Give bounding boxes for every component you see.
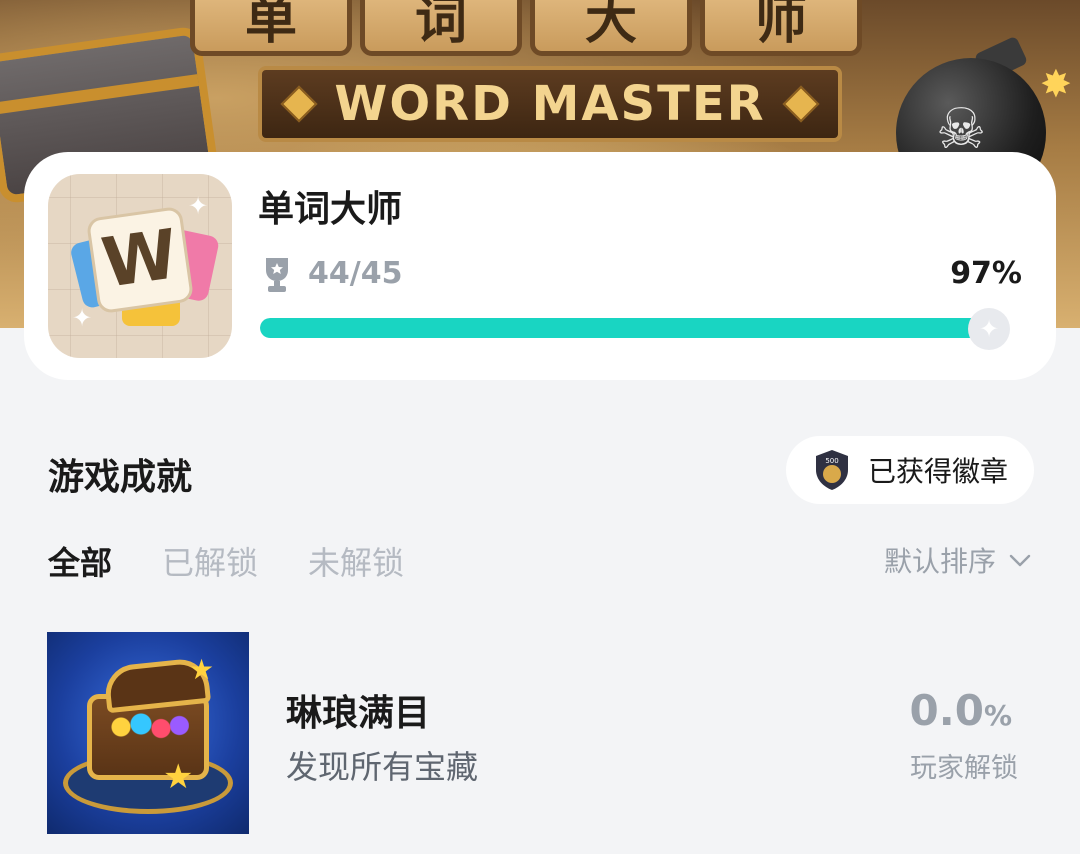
title-tile: 单: [190, 0, 352, 56]
achievement-row[interactable]: ★ ★ 琳琅满目 发现所有宝藏 0.0 % 玩家解锁: [0, 628, 1080, 838]
sort-label: 默认排序: [883, 545, 996, 578]
diamond-ornament-icon: [782, 85, 820, 123]
players-unlocked-label: 玩家解锁: [910, 753, 1018, 784]
badge-icon-text: 500: [825, 457, 838, 465]
earned-badges-button[interactable]: 500 已获得徽章: [786, 436, 1034, 504]
trophy-icon: [266, 258, 288, 292]
spark-icon: ✸: [1040, 62, 1072, 106]
title-tile: 词: [360, 0, 522, 56]
diamond-ornament-icon: [280, 85, 318, 123]
star-icon: ★: [163, 757, 194, 797]
star-icon: ★: [189, 653, 215, 686]
filter-tabs: 全部 已解锁 未解锁: [48, 538, 404, 584]
completion-percent: 97%: [950, 256, 1022, 291]
achievement-count: 44/45: [308, 256, 403, 291]
unlock-percent: 0.0 %: [910, 686, 1012, 735]
unlock-percent-value: 0.0: [909, 686, 984, 735]
sort-dropdown[interactable]: 默认排序: [884, 540, 1032, 580]
skull-icon: ☠: [936, 97, 987, 162]
achievement-name: 琳琅满目: [286, 693, 431, 734]
tab-unlocked[interactable]: 已解锁: [162, 538, 258, 584]
treasure-achievement-icon: ★ ★: [47, 632, 249, 834]
game-summary-card: W ✦ ✦ 单词大师 44/45 97% ✦: [24, 152, 1056, 380]
letter-tile-icon: W: [85, 205, 195, 315]
section-title: 游戏成就: [48, 457, 193, 498]
sparkle-icon: ✦: [188, 192, 209, 220]
star-cap-icon: ✦: [968, 308, 1010, 350]
achievement-description: 发现所有宝藏: [286, 748, 479, 786]
word-master-banner: WORD MASTER: [258, 66, 842, 142]
title-tile: 大: [530, 0, 692, 56]
banner-text: WORD MASTER: [334, 76, 766, 132]
title-tiles: 单 词 大 师: [190, 0, 862, 56]
tab-locked[interactable]: 未解锁: [308, 538, 404, 584]
game-app-icon: W ✦ ✦: [48, 174, 232, 358]
unlock-percent-unit: %: [983, 699, 1012, 732]
badge-icon: 500: [816, 450, 848, 490]
earned-badges-label: 已获得徽章: [868, 455, 1009, 488]
completion-progress-bar: [260, 318, 1008, 338]
chevron-down-icon: [1009, 554, 1031, 567]
game-title: 单词大师: [258, 189, 403, 230]
sparkle-icon: ✦: [72, 304, 93, 332]
tab-all[interactable]: 全部: [48, 538, 112, 584]
title-tile: 师: [700, 0, 862, 56]
achievement-icon-gems: [109, 712, 189, 742]
progress-fill: [260, 318, 986, 338]
